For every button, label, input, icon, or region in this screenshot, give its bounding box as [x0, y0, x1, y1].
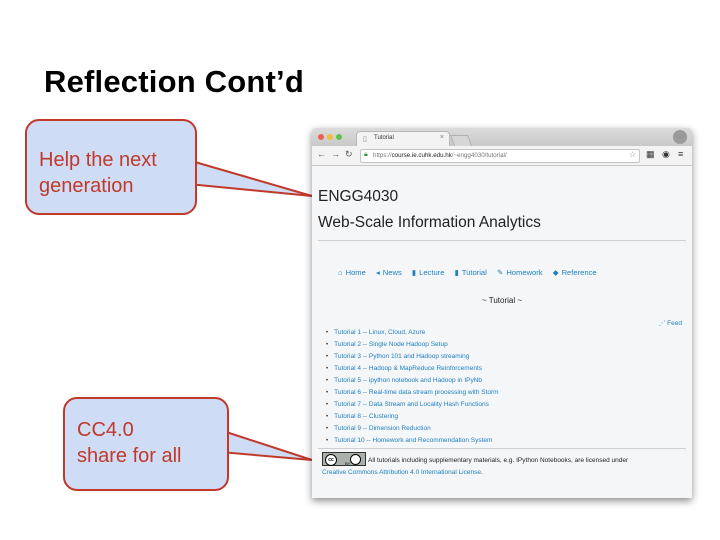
url-text: https://course.ie.cuhk.edu.hk/~engg4030/… [373, 152, 507, 159]
course-code: ENGG4030 [318, 188, 399, 205]
book-icon: ▮ [411, 268, 417, 277]
callout-1-pointer [187, 158, 313, 197]
tab-bar: ▯ Tutorial × [312, 128, 692, 146]
bullhorn-icon: ◂ [375, 268, 380, 277]
browser-window: ▯ Tutorial × ← → ↻ 🔒︎ https://course.ie.… [312, 128, 692, 498]
back-icon[interactable]: ← [317, 149, 326, 159]
nav-lecture[interactable]: ▮ Lecture [412, 268, 445, 277]
list-item[interactable]: • Tutorial 1 -- Linux, Cloud, Azure [326, 327, 499, 339]
list-item[interactable]: • Tutorial 10 -- Homework and Recommendat… [326, 435, 499, 447]
tutorial-list: • Tutorial 1 -- Linux, Cloud, Azure • Tuto… [326, 327, 499, 447]
license-line: Creative Commons Attribution 4.0 Interna… [322, 469, 483, 476]
feed-link[interactable]: ⋰ Feed [659, 319, 682, 327]
maximize-window-icon[interactable] [336, 134, 342, 140]
nav-reference[interactable]: ◆ Reference [553, 268, 597, 277]
nav-news[interactable]: ◂ News [376, 268, 402, 277]
book-icon: ▮ [454, 268, 459, 277]
minimize-window-icon[interactable] [327, 134, 333, 140]
pencil-icon: ✎ [496, 268, 504, 277]
cc-icon: cc [325, 454, 337, 466]
license-text: All tutorials including supplementary ma… [368, 457, 629, 464]
callout-line: generation [39, 175, 134, 197]
list-item[interactable]: • Tutorial 9 -- Dimension Reduction [326, 423, 499, 435]
callout-line: CC4.0 [77, 419, 134, 441]
new-tab-button[interactable] [449, 135, 473, 146]
lock-icon: 🔒︎ [364, 151, 368, 158]
nav-tutorial[interactable]: ▮ Tutorial [455, 268, 487, 277]
callout-line: share for all [77, 445, 182, 467]
record-icon[interactable]: ◉ [662, 149, 670, 160]
callout-line: Help the next [39, 149, 157, 171]
callout-help-next-generation: Help the next generation [25, 119, 197, 215]
close-window-icon[interactable] [318, 134, 324, 140]
home-icon: ⌂ [338, 268, 343, 277]
nav-homework[interactable]: ✎ Homework [497, 268, 543, 277]
reload-icon[interactable]: ↻ [345, 149, 353, 160]
list-item[interactable]: • Tutorial 8 -- Clustering [326, 411, 499, 423]
tab-close-icon[interactable]: × [440, 134, 444, 141]
divider [318, 240, 686, 241]
list-item[interactable]: • Tutorial 7 -- Data Stream and Locality … [326, 399, 499, 411]
course-title: Web-Scale Information Analytics [318, 214, 541, 231]
tag-icon: ◆ [552, 268, 559, 277]
extension-icon[interactable]: ▦ [646, 149, 655, 160]
site-nav: ⌂ Home ◂ News ▮ Lecture ▮ Tutorial ✎ Homework… [338, 268, 605, 277]
browser-tab[interactable]: ▯ Tutorial × [356, 131, 450, 146]
list-item[interactable]: • Tutorial 6 -- Real-time data stream pro… [326, 387, 499, 399]
callout-cc-share: CC4.0 share for all [63, 397, 229, 491]
address-bar[interactable]: 🔒︎ https://course.ie.cuhk.edu.hk/~engg40… [360, 149, 640, 163]
forward-icon[interactable]: → [331, 149, 340, 159]
page-icon: ▯ [363, 136, 367, 143]
profile-avatar-icon[interactable] [673, 130, 687, 144]
list-item[interactable]: • Tutorial 5 -- ipython notebook and Hado… [326, 375, 499, 387]
license-link[interactable]: Creative Commons Attribution 4.0 Interna… [322, 469, 481, 476]
attribution-icon [350, 454, 361, 465]
browser-toolbar: ← → ↻ 🔒︎ https://course.ie.cuhk.edu.hk/~… [312, 146, 692, 166]
divider [318, 448, 686, 449]
callout-2-pointer [219, 428, 313, 461]
page-content: ENGG4030 Web-Scale Information Analytics… [312, 166, 692, 498]
cc-by-label: BY [345, 461, 351, 466]
star-icon[interactable]: ☆ [629, 150, 636, 159]
rss-icon: ⋰ [658, 320, 668, 327]
list-item[interactable]: • Tutorial 4 -- Hadoop & MapReduce Reinfo… [326, 363, 499, 375]
list-item[interactable]: • Tutorial 2 -- Single Node Hadoop Setup [326, 339, 499, 351]
list-item[interactable]: • Tutorial 3 -- Python 101 and Hadoop str… [326, 351, 499, 363]
cc-license-badge[interactable]: cc BY [322, 452, 366, 466]
tab-title: Tutorial [374, 135, 394, 141]
nav-home[interactable]: ⌂ Home [338, 268, 366, 277]
section-heading: ~ Tutorial ~ [481, 296, 523, 305]
menu-icon[interactable]: ≡ [678, 149, 683, 159]
